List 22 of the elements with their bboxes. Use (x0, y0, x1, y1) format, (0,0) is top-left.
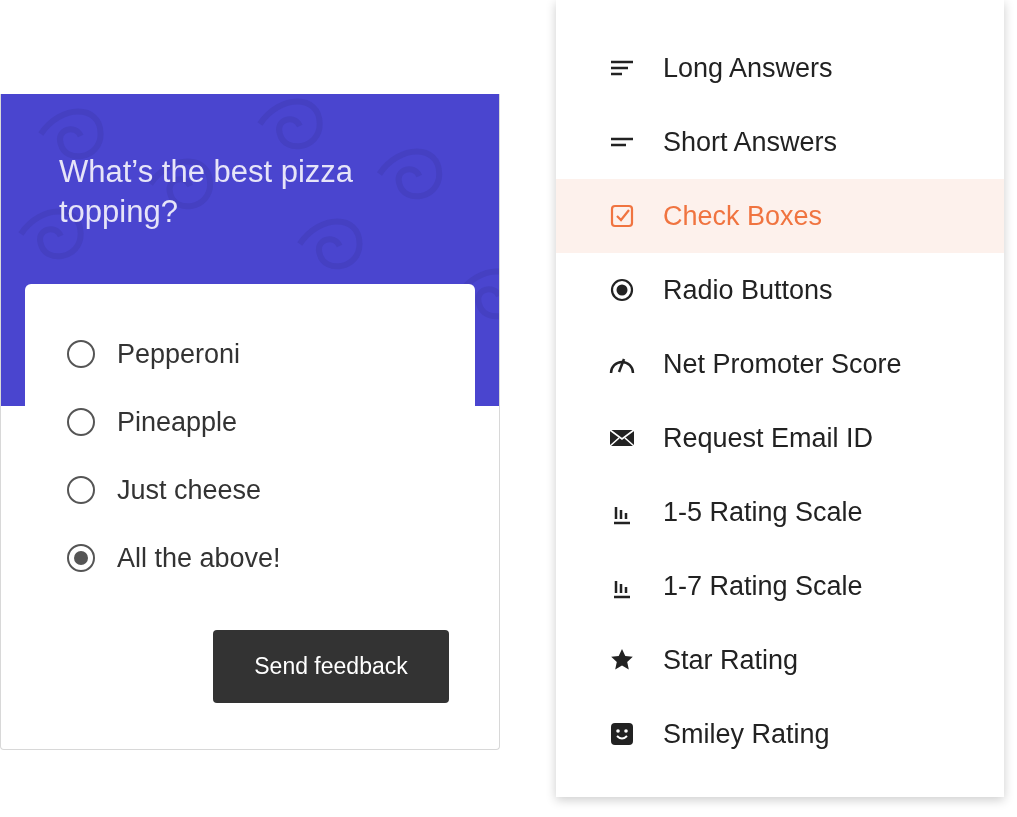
radio-button[interactable] (67, 476, 95, 504)
menu-item[interactable]: Star Rating (556, 623, 1004, 697)
send-feedback-button[interactable]: Send feedback (213, 630, 449, 703)
question-title: What’s the best pizza topping? (59, 153, 355, 231)
option-label: All the above! (117, 542, 281, 574)
menu-item[interactable]: Short Answers (556, 105, 1004, 179)
radio-button[interactable] (67, 408, 95, 436)
menu-item[interactable]: Smiley Rating (556, 697, 1004, 771)
menu-item[interactable]: Request Email ID (556, 401, 1004, 475)
smiley-icon (608, 720, 636, 748)
menu-item[interactable]: 1-7 Rating Scale (556, 549, 1004, 623)
radio-icon (608, 276, 636, 304)
menu-item[interactable]: Net Promoter Score (556, 327, 1004, 401)
option-label: Pineapple (117, 406, 238, 438)
menu-item[interactable]: 1-5 Rating Scale (556, 475, 1004, 549)
option-label: Just cheese (117, 474, 262, 506)
option-label: Pepperoni (117, 338, 241, 370)
checkbox-icon (608, 202, 636, 230)
radio-button[interactable] (67, 544, 95, 572)
menu-item[interactable]: Radio Buttons (556, 253, 1004, 327)
radio-button[interactable] (67, 340, 95, 368)
menu-item[interactable]: Long Answers (556, 31, 1004, 105)
